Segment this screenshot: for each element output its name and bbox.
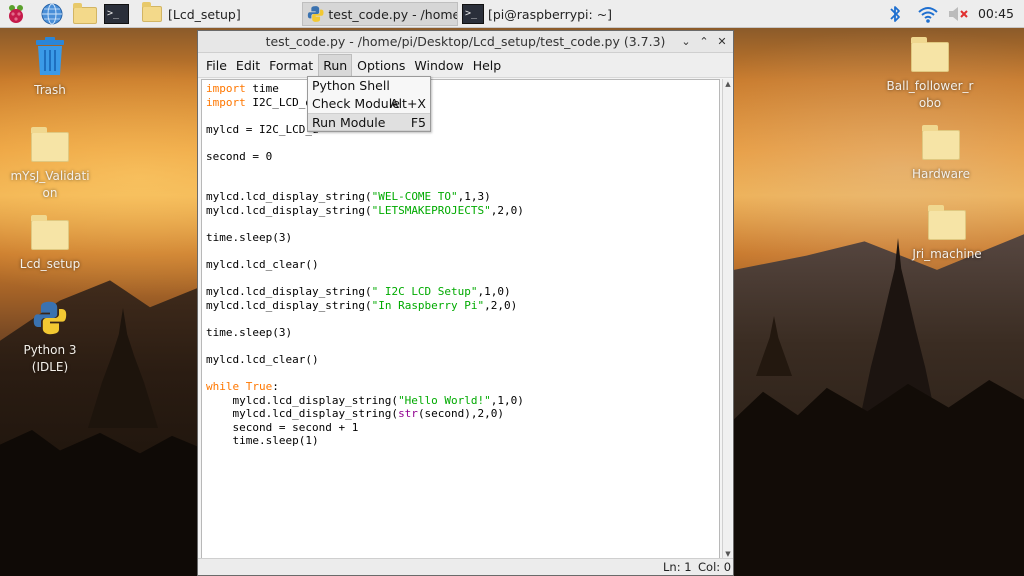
menu-bar: File Edit Format Run Options Window Help: [198, 53, 733, 78]
close-icon[interactable]: ✕: [713, 31, 731, 53]
task-label: test_code.py - /home/...: [328, 6, 457, 22]
menu-item-run-module[interactable]: Run Module F5: [308, 113, 430, 131]
vertical-scrollbar[interactable]: ▲ ▼: [722, 79, 732, 559]
python-icon: [307, 6, 324, 22]
folder-icon: [928, 205, 966, 240]
desktop-icon-trash[interactable]: Trash: [0, 36, 100, 99]
folder-icon: [31, 215, 69, 250]
task-label: [pi@raspberrypi: ~]: [488, 6, 613, 22]
file-manager-icon[interactable]: [73, 3, 97, 29]
folder-icon: [142, 2, 162, 22]
bluetooth-icon[interactable]: [887, 4, 903, 26]
menu-item-check-module[interactable]: Check Module Alt+X: [308, 95, 430, 113]
folder-icon: [922, 125, 960, 160]
desktop-icon-python3-idle[interactable]: Python 3 (IDLE): [0, 300, 100, 376]
taskbar: >_ [Lcd_setup] test_code.py - /home/... …: [0, 0, 1024, 28]
menu-help[interactable]: Help: [469, 55, 506, 76]
volume-muted-icon[interactable]: [947, 4, 969, 26]
menu-run[interactable]: Run: [318, 53, 353, 77]
task-label: [Lcd_setup]: [168, 6, 241, 22]
menu-window[interactable]: Window: [410, 55, 467, 76]
wallpaper-trees-right: [734, 380, 1024, 576]
scroll-up-icon[interactable]: ▲: [723, 79, 733, 89]
web-browser-icon[interactable]: [41, 3, 63, 25]
desktop-icon-label: Trash: [34, 83, 66, 97]
menu-format[interactable]: Format: [265, 55, 317, 76]
desktop-icon-ball-follower-robo[interactable]: Ball_follower_r obo: [880, 37, 980, 112]
idle-editor-window: test_code.py - /home/pi/Desktop/Lcd_setu…: [197, 30, 734, 576]
code-text: import time import I2C_LCD_dr mylcd = I2…: [206, 82, 524, 448]
desktop-icon-label: Ball_follower_r obo: [886, 79, 974, 110]
desktop-icon-mysj-validation[interactable]: mYsJ_Validati on: [0, 127, 100, 202]
menu-edit[interactable]: Edit: [232, 55, 264, 76]
terminal-launcher-icon[interactable]: >_: [104, 4, 129, 26]
desktop-icon-label: Jri_machine: [912, 247, 982, 261]
desktop-icon-label: Lcd_setup: [19, 257, 81, 271]
status-bar: Ln: 1 Col: 0: [198, 558, 733, 575]
desktop-icon-label: Hardware: [912, 167, 970, 181]
terminal-icon: >_: [462, 4, 484, 24]
folder-icon: [911, 37, 949, 72]
code-editor[interactable]: import time import I2C_LCD_dr mylcd = I2…: [201, 79, 720, 559]
raspberry-menu-icon[interactable]: [5, 3, 27, 25]
minimize-icon[interactable]: ⌄: [677, 31, 695, 53]
python-icon: [33, 301, 67, 335]
menu-item-python-shell[interactable]: Python Shell: [308, 77, 430, 95]
desktop-icon-label: mYsJ_Validati on: [10, 169, 90, 200]
desktop-icon-label: Python 3 (IDLE): [23, 343, 77, 374]
desktop-icon-jri-machine[interactable]: Jri_machine: [897, 205, 997, 263]
window-titlebar[interactable]: test_code.py - /home/pi/Desktop/Lcd_setu…: [198, 31, 733, 53]
task-terminal[interactable]: >_ [pi@raspberrypi: ~]: [462, 2, 620, 26]
desktop-icon-hardware[interactable]: Hardware: [891, 125, 991, 183]
task-lcd-setup[interactable]: [Lcd_setup]: [138, 2, 298, 26]
wifi-icon[interactable]: [917, 3, 939, 25]
run-menu-dropdown: Python Shell Check Module Alt+X Run Modul…: [307, 76, 431, 132]
maximize-icon[interactable]: ⌃: [695, 31, 713, 53]
window-title: test_code.py - /home/pi/Desktop/Lcd_setu…: [265, 34, 666, 49]
desktop-icon-lcd-setup[interactable]: Lcd_setup: [0, 215, 100, 273]
wallpaper-trees-left: [0, 430, 200, 576]
status-line: Ln: 1: [663, 560, 692, 574]
trash-icon: [36, 37, 64, 75]
folder-icon: [31, 127, 69, 162]
status-col: Col: 0: [698, 560, 732, 574]
menu-options[interactable]: Options: [353, 55, 409, 76]
clock[interactable]: 00:45: [978, 6, 1014, 21]
menu-file[interactable]: File: [202, 55, 231, 76]
task-test-code[interactable]: test_code.py - /home/...: [302, 2, 458, 26]
